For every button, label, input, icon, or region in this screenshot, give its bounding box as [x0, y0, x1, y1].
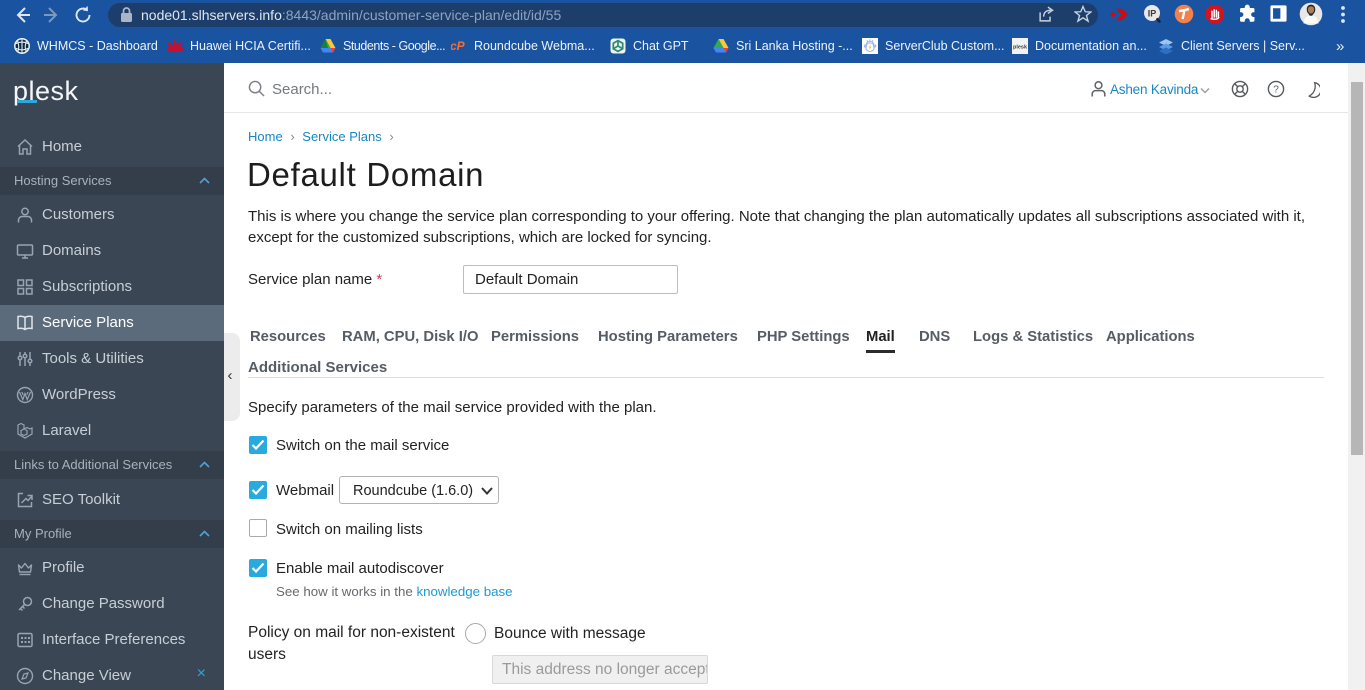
svg-text:IP: IP: [1148, 9, 1157, 19]
svg-text:cP: cP: [451, 39, 466, 53]
svg-text:?: ?: [1273, 85, 1279, 96]
svg-text:plesk: plesk: [1013, 45, 1028, 51]
